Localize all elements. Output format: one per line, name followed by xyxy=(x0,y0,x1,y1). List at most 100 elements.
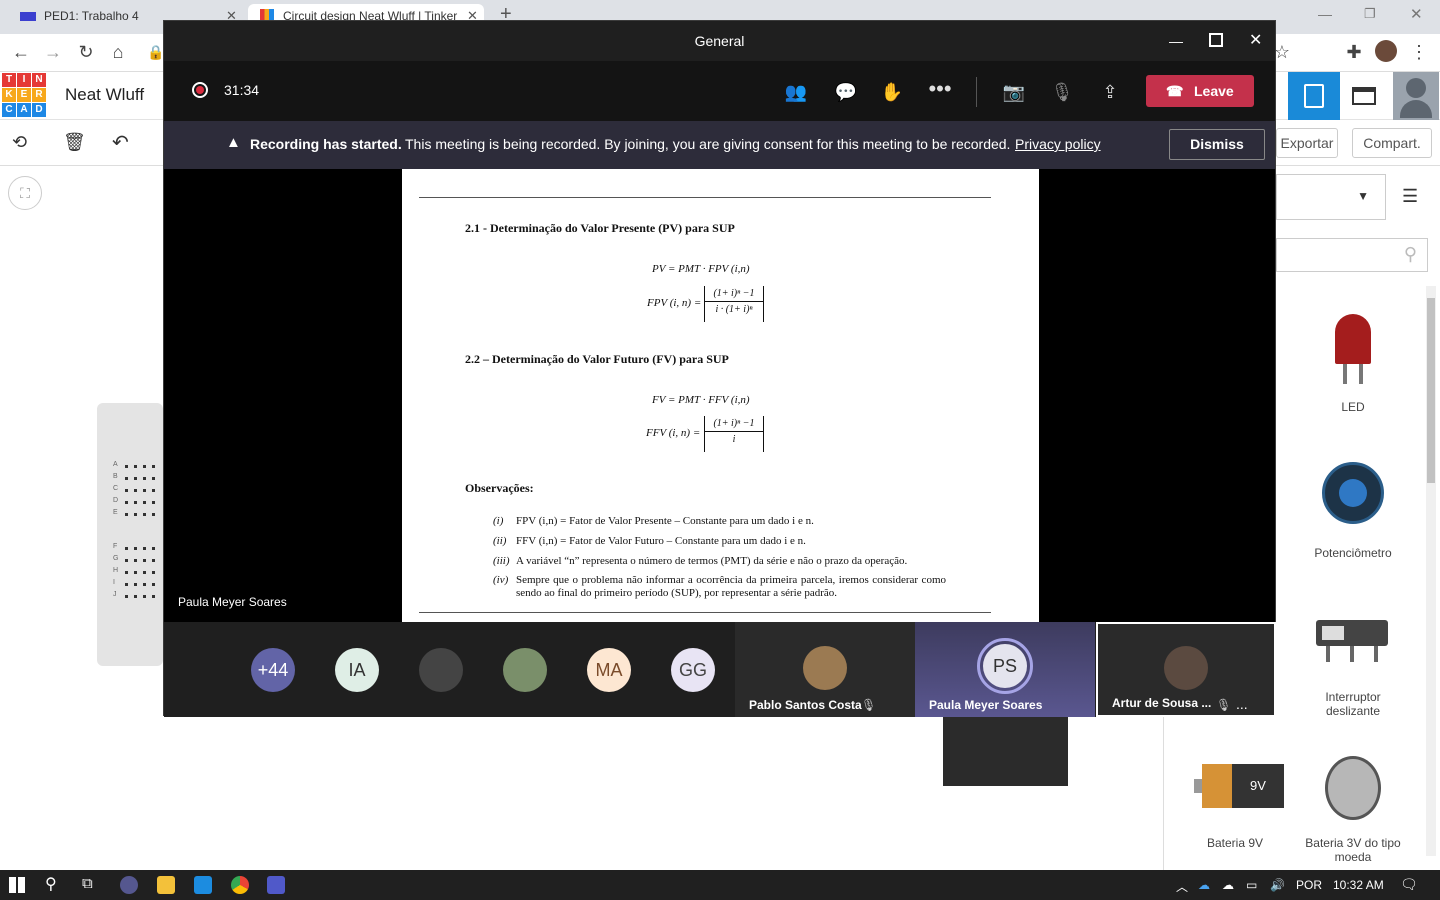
breadboard-hole[interactable] xyxy=(152,571,155,574)
video-tile-active-speaker[interactable]: PS Paula Meyer Soares xyxy=(915,622,1095,717)
task-view-icon[interactable]: ⧉ xyxy=(82,875,93,892)
breadboard-hole[interactable] xyxy=(152,513,155,516)
breadboard-hole[interactable] xyxy=(125,571,128,574)
breadboard-hole[interactable] xyxy=(125,559,128,562)
avatar[interactable]: MA xyxy=(587,648,631,692)
raise-hand-icon[interactable]: ✋ xyxy=(878,78,906,106)
breadboard-hole[interactable] xyxy=(152,559,155,562)
close-window-icon[interactable]: ✕ xyxy=(1249,21,1262,61)
breadboard-hole[interactable] xyxy=(152,477,155,480)
component-list-icon[interactable] xyxy=(1352,87,1376,105)
leave-button[interactable]: ☎ Leave xyxy=(1146,75,1254,107)
privacy-policy-link[interactable]: Privacy policy xyxy=(1015,136,1101,152)
breadboard-hole[interactable] xyxy=(125,501,128,504)
dismiss-button[interactable]: Dismiss xyxy=(1169,129,1265,160)
breadboard-hole[interactable] xyxy=(134,595,137,598)
share-screen-icon[interactable]: ⇪ xyxy=(1096,78,1124,106)
restore-icon[interactable]: ❐ xyxy=(1364,6,1376,22)
breadboard-hole[interactable] xyxy=(134,477,137,480)
breadboard-hole[interactable] xyxy=(125,547,128,550)
breadboard-hole[interactable] xyxy=(134,465,137,468)
back-icon[interactable]: ← xyxy=(10,42,32,63)
component-category-dropdown[interactable]: ▼ xyxy=(1276,174,1386,220)
panel-scrollbar[interactable] xyxy=(1426,286,1436,856)
breadboard-hole[interactable] xyxy=(152,547,155,550)
breadboard[interactable]: ABCDE FGHIJ xyxy=(97,403,163,666)
led-component[interactable] xyxy=(1335,314,1371,388)
breadboard-hole[interactable] xyxy=(125,489,128,492)
avatar-overflow-count[interactable]: +44 xyxy=(251,648,295,692)
language-indicator[interactable]: POR xyxy=(1296,878,1322,892)
minimize-icon[interactable]: — xyxy=(1318,6,1332,22)
breadboard-hole[interactable] xyxy=(143,595,146,598)
extensions-puzzle-icon[interactable]: ✚ xyxy=(1343,42,1365,63)
breadboard-hole[interactable] xyxy=(134,501,137,504)
breadboard-hole[interactable] xyxy=(125,465,128,468)
breadboard-hole[interactable] xyxy=(143,513,146,516)
slide-switch-component[interactable] xyxy=(1316,620,1388,662)
mail-icon[interactable] xyxy=(194,876,212,894)
breadboard-hole[interactable] xyxy=(125,583,128,586)
notifications-icon[interactable]: 🗨 xyxy=(1400,876,1418,893)
cloud-sync-icon[interactable]: ☁ xyxy=(1222,878,1234,892)
forward-icon[interactable]: → xyxy=(42,42,64,63)
chrome-icon[interactable] xyxy=(231,876,249,894)
close-window-icon[interactable]: ✕ xyxy=(1410,5,1423,23)
chat-icon[interactable]: 💬 xyxy=(832,78,860,106)
breadboard-hole[interactable] xyxy=(125,595,128,598)
battery-9v-component[interactable]: 9V xyxy=(1194,764,1284,808)
share-button[interactable]: Compart. xyxy=(1352,128,1432,158)
search-icon[interactable]: ⚲ xyxy=(45,874,57,894)
onedrive-icon[interactable]: ☁ xyxy=(1198,878,1210,892)
file-explorer-icon[interactable] xyxy=(157,876,175,894)
teams-icon[interactable] xyxy=(267,876,285,894)
tray-chevron-icon[interactable]: ︿ xyxy=(1176,878,1188,895)
mic-muted-icon[interactable]: 🎙 xyxy=(1048,78,1076,106)
home-icon[interactable]: ⌂ xyxy=(107,42,129,63)
list-view-icon[interactable]: ☰ xyxy=(1402,186,1418,207)
undo-icon[interactable]: ↶ xyxy=(112,130,129,155)
breadboard-hole[interactable] xyxy=(143,489,146,492)
minimize-icon[interactable]: — xyxy=(1169,21,1183,61)
avatar[interactable]: GG xyxy=(671,648,715,692)
avatar[interactable]: IA xyxy=(335,648,379,692)
network-icon[interactable]: ▭ xyxy=(1246,878,1257,892)
more-actions-icon[interactable]: ••• xyxy=(926,75,954,103)
chrome-menu-icon[interactable]: ⋮ xyxy=(1408,42,1430,63)
breadboard-hole[interactable] xyxy=(143,465,146,468)
breadboard-hole[interactable] xyxy=(143,501,146,504)
component-search-input[interactable]: ⚲ xyxy=(1276,238,1428,272)
breadboard-hole[interactable] xyxy=(143,477,146,480)
app-icon[interactable] xyxy=(120,876,138,894)
breadboard-hole[interactable] xyxy=(134,513,137,516)
breadboard-hole[interactable] xyxy=(143,559,146,562)
breadboard-hole[interactable] xyxy=(134,547,137,550)
export-button[interactable]: Exportar xyxy=(1276,128,1338,158)
breadboard-hole[interactable] xyxy=(125,513,128,516)
avatar[interactable] xyxy=(419,648,463,692)
camera-off-icon[interactable]: 📷 xyxy=(1000,78,1028,106)
breadboard-hole[interactable] xyxy=(134,571,137,574)
potentiometer-component[interactable] xyxy=(1322,462,1384,524)
breadboard-hole[interactable] xyxy=(152,583,155,586)
clock[interactable]: 10:32 AM xyxy=(1333,878,1384,892)
windows-start-icon[interactable] xyxy=(9,877,25,893)
breadboard-hole[interactable] xyxy=(143,571,146,574)
breadboard-hole[interactable] xyxy=(152,501,155,504)
maximize-icon[interactable] xyxy=(1209,33,1223,47)
tinkercad-logo[interactable]: T I N K E R C A D xyxy=(2,73,46,117)
profile-avatar[interactable] xyxy=(1375,40,1397,62)
breadboard-hole[interactable] xyxy=(125,477,128,480)
breadboard-hole[interactable] xyxy=(134,559,137,562)
participants-icon[interactable]: 👥 xyxy=(782,78,810,106)
video-tile-self[interactable]: Artur de Sousa ... 🎙 ... xyxy=(1096,622,1276,717)
breadboard-hole[interactable] xyxy=(152,489,155,492)
reload-icon[interactable]: ↻ xyxy=(75,42,97,63)
breadboard-hole[interactable] xyxy=(143,547,146,550)
breadboard-hole[interactable] xyxy=(152,595,155,598)
avatar[interactable] xyxy=(503,648,547,692)
volume-icon[interactable]: 🔊 xyxy=(1270,878,1285,892)
circuit-view-button[interactable] xyxy=(1288,72,1340,120)
coin-battery-component[interactable] xyxy=(1325,756,1381,820)
video-tile[interactable]: Pablo Santos Costa 🎙 xyxy=(735,622,915,717)
